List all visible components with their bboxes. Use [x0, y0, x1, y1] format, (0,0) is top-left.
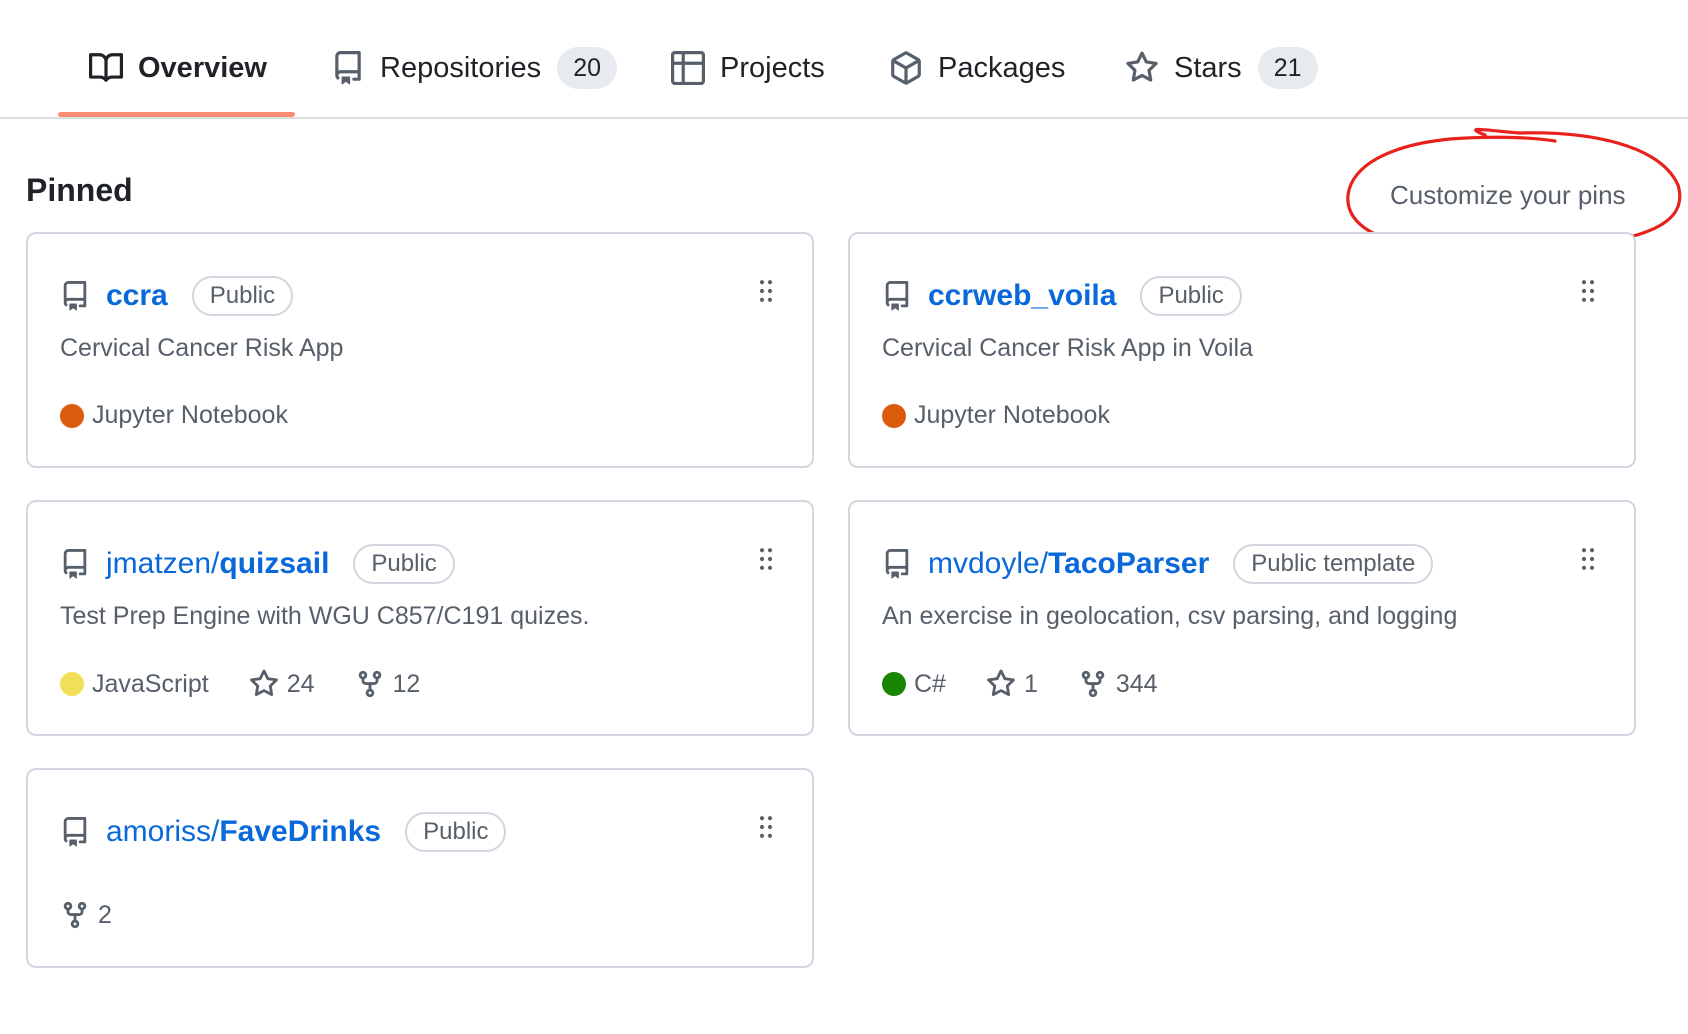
repo-name: ccra: [106, 279, 168, 312]
language-label: JavaScript: [92, 669, 209, 698]
language-label: Jupyter Notebook: [914, 401, 1110, 429]
repo-meta: Jupyter Notebook: [882, 401, 1150, 430]
drag-handle-icon[interactable]: [1580, 546, 1596, 572]
repo-icon: [330, 50, 366, 86]
pinned-heading: Pinned: [26, 172, 133, 208]
repo-icon: [882, 547, 912, 581]
visibility-badge: Public template: [1233, 544, 1434, 584]
repo-meta: Jupyter Notebook: [60, 401, 328, 430]
stargazers-link[interactable]: 24: [249, 669, 315, 699]
language-label: Jupyter Notebook: [92, 401, 288, 429]
table-icon: [670, 50, 706, 86]
tab-packages[interactable]: Packages: [888, 38, 1065, 98]
repo-name: quizsail: [219, 547, 330, 580]
repo-owner: jmatzen/: [106, 547, 220, 580]
repo-name: TacoParser: [1048, 547, 1210, 580]
card-header: ccra Public: [60, 274, 294, 318]
repo-description: Test Prep Engine with WGU C857/C191 quiz…: [60, 602, 590, 630]
book-icon: [88, 50, 124, 86]
star-count: 1: [1023, 669, 1038, 698]
tab-projects[interactable]: Projects: [670, 38, 825, 98]
tab-packages-label: Packages: [938, 51, 1066, 84]
star-count: 24: [286, 669, 315, 698]
customize-pins-link[interactable]: Customize your pins: [1390, 180, 1626, 211]
repo-link[interactable]: mvdoyle/TacoParser: [928, 547, 1209, 581]
package-icon: [888, 50, 924, 86]
fork-count: 12: [392, 669, 421, 698]
repo-owner: mvdoyle/: [928, 547, 1049, 580]
fork-count: 2: [98, 900, 112, 929]
fork-icon: [1081, 670, 1105, 698]
card-header: ccrweb_voila Public: [882, 274, 1242, 318]
stargazers-link[interactable]: 1: [986, 669, 1038, 699]
forks-link[interactable]: 12: [355, 669, 421, 699]
visibility-badge: Public: [353, 544, 455, 584]
card-header: amoriss/FaveDrinks Public: [60, 810, 507, 854]
repo-link[interactable]: amoriss/FaveDrinks: [106, 815, 381, 849]
repo-meta: 2: [60, 900, 152, 930]
star-icon: [1124, 50, 1160, 86]
repo-language: C#: [882, 670, 946, 699]
tab-stars-label: Stars: [1174, 51, 1242, 84]
repo-meta: C# 1 344: [882, 669, 1198, 699]
active-tab-underline: [58, 112, 295, 117]
tab-overview[interactable]: Overview: [88, 38, 267, 98]
repo-icon: [60, 547, 90, 581]
repo-owner: amoriss/: [106, 815, 220, 848]
repo-description: Cervical Cancer Risk App in Voila: [882, 334, 1253, 362]
repo-icon: [60, 815, 90, 849]
language-color-dot: [60, 672, 84, 696]
language-label: C#: [914, 669, 946, 698]
tab-repositories-label: Repositories: [380, 51, 542, 84]
visibility-badge: Public: [405, 812, 507, 852]
profile-tab-nav: Overview Repositories 20 Projects Packag…: [0, 0, 1688, 119]
pinned-card-ccra: ccra Public Cervical Cancer Risk App Jup…: [26, 232, 814, 468]
repo-description: Cervical Cancer Risk App: [60, 334, 344, 362]
repo-link[interactable]: jmatzen/quizsail: [106, 547, 329, 581]
repo-name: FaveDrinks: [219, 815, 382, 848]
tab-overview-label: Overview: [138, 51, 267, 84]
pinned-card-favedrinks: amoriss/FaveDrinks Public 2: [26, 768, 814, 968]
pinned-card-quizsail: jmatzen/quizsail Public Test Prep Engine…: [26, 500, 814, 736]
fork-icon: [63, 901, 87, 929]
repo-language: Jupyter Notebook: [60, 401, 288, 430]
repositories-count-badge: 20: [557, 47, 617, 89]
drag-handle-icon[interactable]: [1580, 278, 1596, 304]
tab-stars[interactable]: Stars 21: [1124, 38, 1318, 98]
pinned-card-tacoparser: mvdoyle/TacoParser Public template An ex…: [848, 500, 1636, 736]
fork-icon: [358, 670, 381, 698]
repo-language: JavaScript: [60, 670, 209, 699]
star-icon: [249, 669, 278, 697]
fork-count: 344: [1115, 669, 1158, 698]
visibility-badge: Public: [1140, 276, 1242, 316]
language-color-dot: [60, 403, 84, 428]
repo-icon: [60, 279, 90, 313]
language-color-dot: [882, 672, 906, 696]
drag-handle-icon[interactable]: [758, 278, 774, 304]
forks-link[interactable]: 2: [60, 900, 112, 930]
repo-language: Jupyter Notebook: [882, 401, 1110, 430]
drag-handle-icon[interactable]: [758, 546, 774, 572]
card-header: jmatzen/quizsail Public: [60, 542, 455, 586]
tab-repositories[interactable]: Repositories 20: [330, 38, 617, 98]
repo-meta: JavaScript 24 12: [60, 669, 460, 699]
repo-icon: [882, 279, 912, 313]
card-header: mvdoyle/TacoParser Public template: [882, 542, 1434, 586]
drag-handle-icon[interactable]: [758, 814, 774, 840]
tab-projects-label: Projects: [720, 51, 825, 84]
star-icon: [987, 669, 1015, 697]
stars-count-badge: 21: [1257, 47, 1318, 89]
repo-description: An exercise in geolocation, csv parsing,…: [882, 602, 1458, 630]
visibility-badge: Public: [191, 276, 294, 316]
repo-link[interactable]: ccra: [106, 279, 168, 313]
repo-name: ccrweb_voila: [928, 279, 1117, 312]
repo-link[interactable]: ccrweb_voila: [928, 279, 1116, 313]
language-color-dot: [882, 403, 906, 428]
forks-link[interactable]: 344: [1078, 669, 1158, 699]
pinned-card-ccrweb-voila: ccrweb_voila Public Cervical Cancer Risk…: [848, 232, 1636, 468]
